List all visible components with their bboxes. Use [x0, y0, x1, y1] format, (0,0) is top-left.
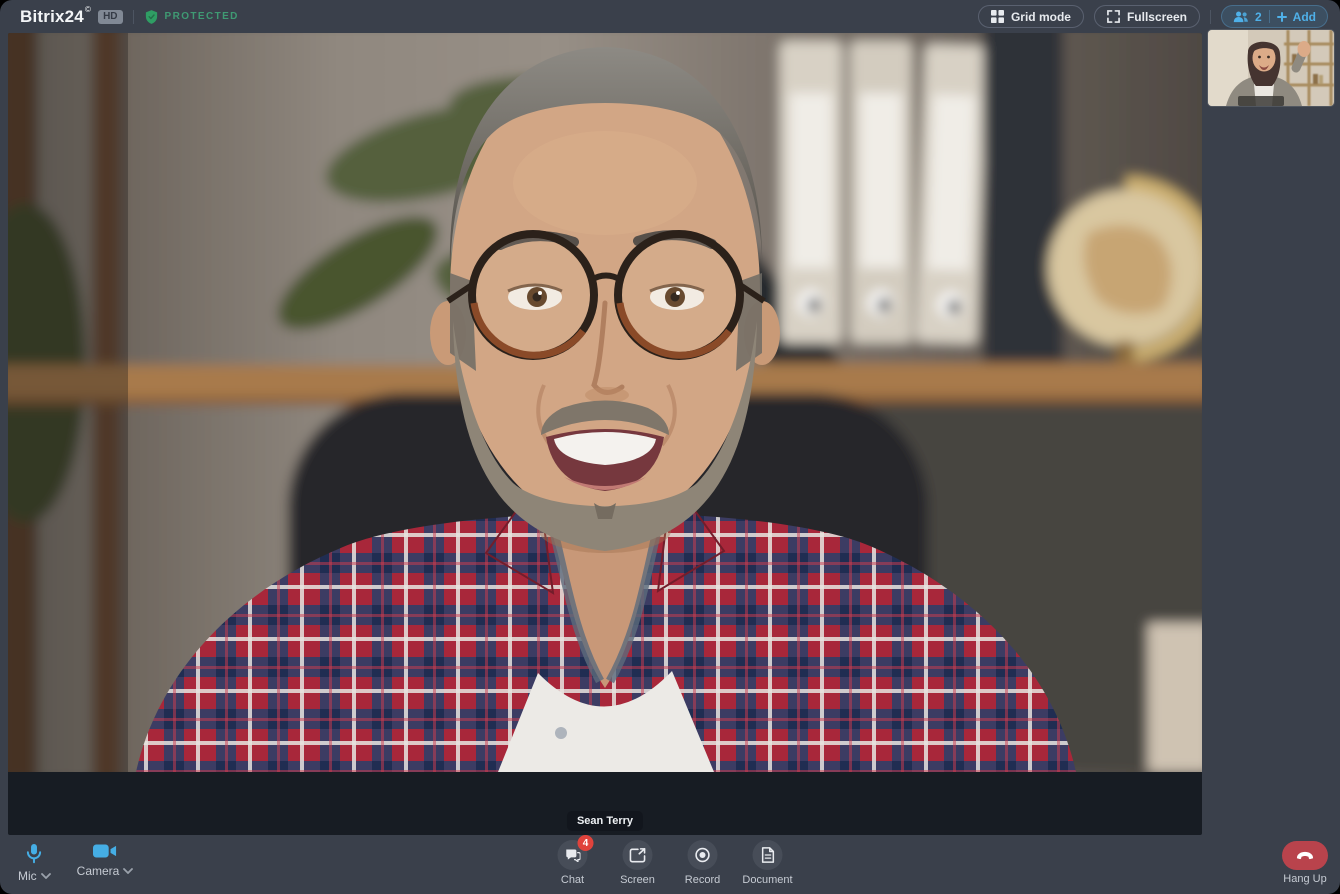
plus-icon: [1277, 12, 1287, 22]
screen-button[interactable]: Screen: [612, 840, 664, 886]
speaker-name-tag: Sean Terry: [567, 811, 643, 831]
chat-label: Chat: [561, 874, 584, 886]
record-icon: [695, 847, 711, 863]
app-window: Bitrix24© HD PROTECTED Grid mode Fullscr…: [0, 0, 1340, 894]
record-button[interactable]: Record: [677, 840, 729, 886]
grid-mode-button[interactable]: Grid mode: [978, 5, 1084, 28]
screen-share-icon: [630, 848, 646, 863]
topbar-divider-2: [1210, 10, 1211, 24]
self-view-thumbnail[interactable]: [1208, 30, 1334, 106]
fullscreen-label: Fullscreen: [1127, 10, 1187, 24]
device-controls: Mic Camera: [14, 841, 137, 885]
hd-badge: HD: [98, 10, 122, 24]
protected-label: PROTECTED: [165, 11, 239, 22]
topbar-right: Grid mode Fullscreen 2: [978, 5, 1328, 28]
document-icon: [761, 847, 774, 863]
chat-badge: 4: [578, 835, 594, 851]
grid-icon: [991, 10, 1004, 23]
document-label: Document: [742, 874, 792, 886]
camera-icon: [93, 843, 117, 859]
top-bar: Bitrix24© HD PROTECTED Grid mode Fullscr…: [0, 0, 1340, 33]
add-label: Add: [1293, 10, 1316, 24]
logo-trademark: ©: [85, 0, 91, 20]
chevron-down-icon[interactable]: [123, 868, 133, 874]
fullscreen-button[interactable]: Fullscreen: [1094, 5, 1200, 28]
screen-label: Screen: [620, 874, 655, 886]
grid-mode-label: Grid mode: [1011, 10, 1071, 24]
protected-badge: PROTECTED: [144, 9, 239, 25]
mic-label: Mic: [18, 869, 37, 883]
people-icon: [1233, 10, 1249, 23]
hangup-icon: [1295, 851, 1315, 860]
shield-icon: [144, 9, 159, 25]
camera-label: Camera: [77, 864, 120, 878]
pill-divider: [1269, 10, 1270, 23]
topbar-divider: [133, 10, 134, 24]
thumbnail-image: [1208, 30, 1334, 106]
hangup-button[interactable]: Hang Up: [1282, 841, 1328, 885]
participants-button[interactable]: 2: [1233, 10, 1262, 24]
fullscreen-icon: [1107, 10, 1120, 23]
hangup-label: Hang Up: [1283, 873, 1326, 885]
participants-pill: 2 Add: [1221, 5, 1328, 28]
main-video-image: [8, 33, 1202, 772]
chat-icon: [565, 848, 581, 862]
bitrix-logo: Bitrix24©: [20, 0, 91, 33]
add-user-button[interactable]: Add: [1277, 10, 1316, 24]
camera-button[interactable]: Camera: [73, 841, 138, 885]
mic-icon: [26, 843, 42, 864]
logo-text: Bitrix24: [20, 0, 84, 33]
participants-count: 2: [1255, 10, 1262, 24]
main-video-tile: Sean Terry: [8, 33, 1202, 835]
chevron-down-icon[interactable]: [41, 873, 51, 879]
document-button[interactable]: Document: [742, 840, 794, 886]
mic-button[interactable]: Mic: [14, 841, 55, 885]
bottom-bar: Mic Camera: [0, 835, 1340, 894]
chat-button[interactable]: 4 Chat: [547, 840, 599, 886]
call-actions: 4 Chat Screen Record: [547, 840, 794, 886]
record-label: Record: [685, 874, 720, 886]
